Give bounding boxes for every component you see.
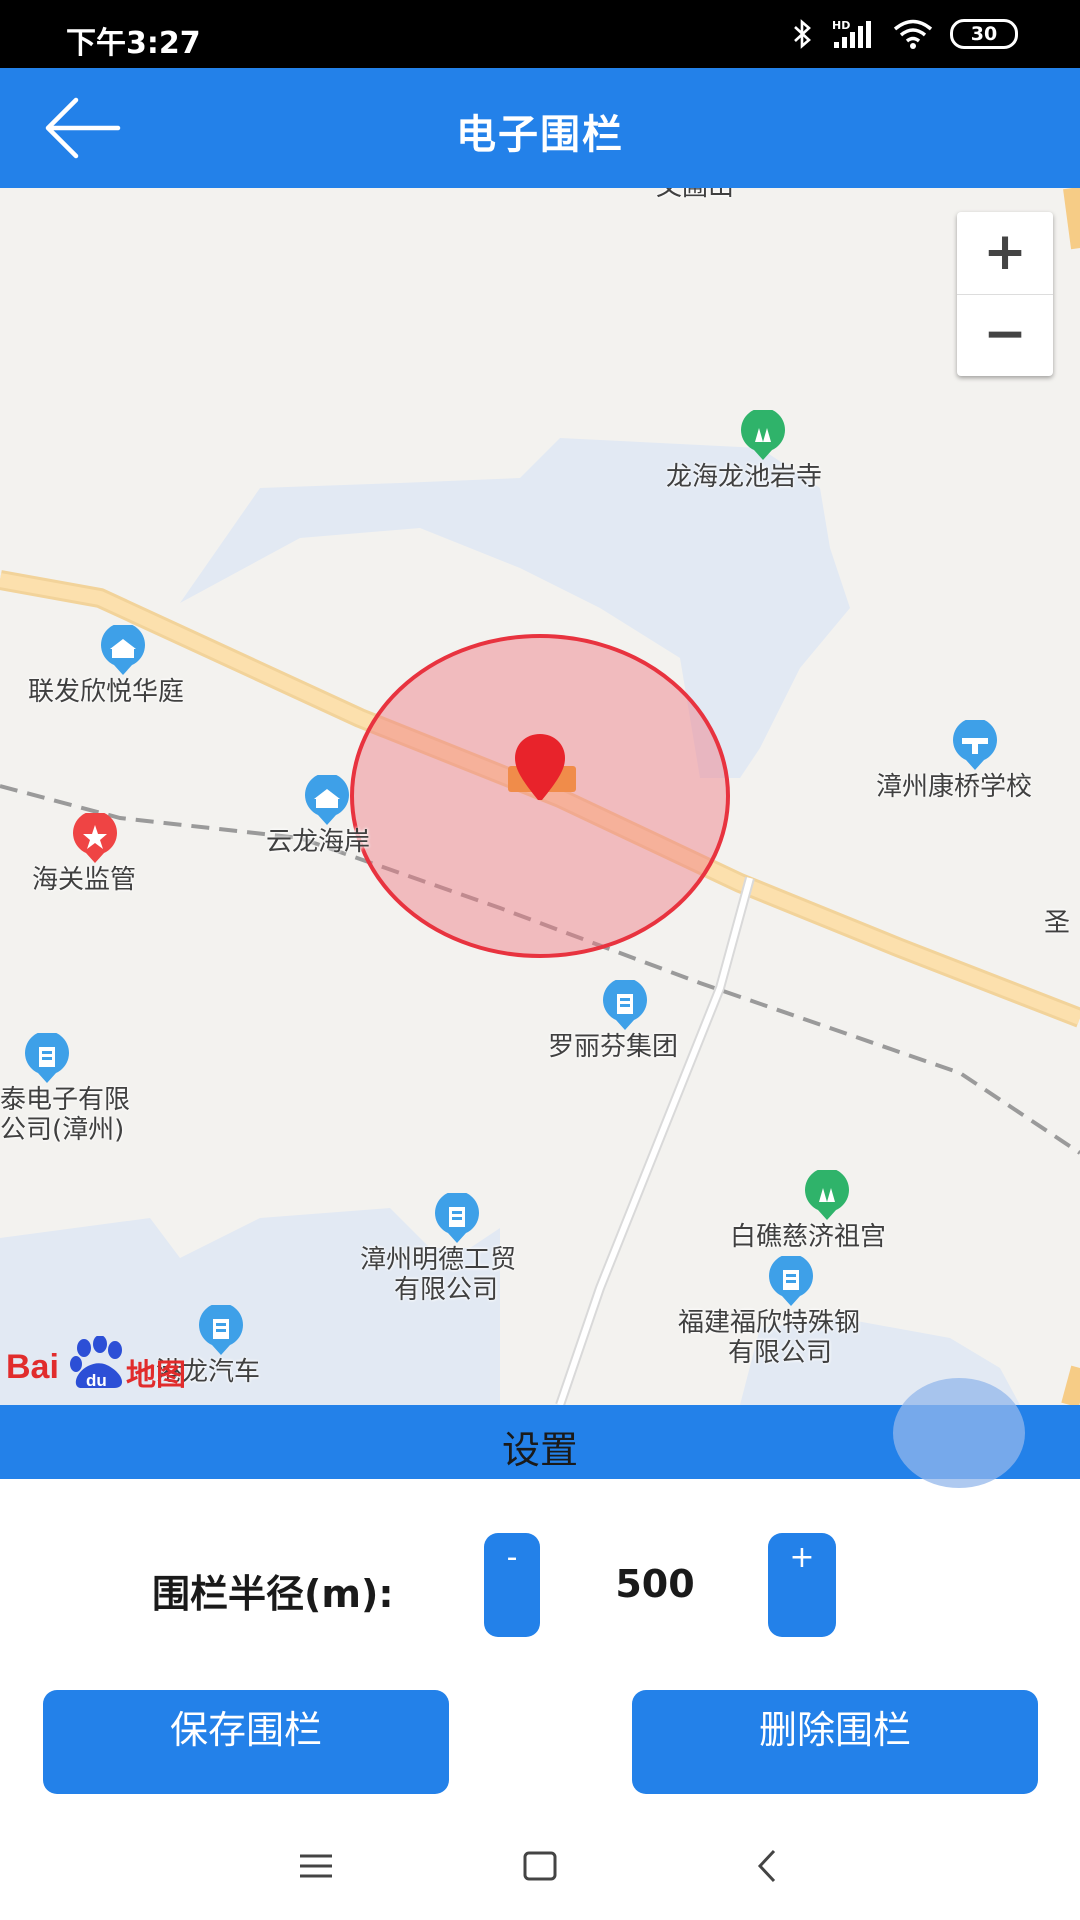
page-title: 电子围栏 — [456, 112, 624, 158]
system-nav-bar — [0, 1820, 1080, 1920]
poi-label-partial: 文圃山 — [656, 188, 734, 202]
hd-signal-icon: HD — [832, 19, 871, 48]
poi-label-partial: 圣 — [1044, 908, 1071, 938]
poi-yunlong[interactable]: 云龙海岸 — [262, 775, 402, 865]
radius-increase-button[interactable]: + — [768, 1533, 836, 1637]
poi-label-line2: 有限公司 — [728, 1338, 833, 1368]
radius-value: 500 — [615, 1562, 695, 1606]
radius-decrease-button[interactable]: - — [484, 1533, 540, 1637]
save-fence-button[interactable]: 保存围栏 — [43, 1690, 449, 1794]
poi-kangqiao-school[interactable]: 漳州康桥学校 — [876, 720, 1080, 810]
bluetooth-icon — [794, 19, 811, 49]
poi-label: 罗丽芬集团 — [548, 1032, 679, 1062]
company-icon — [25, 1033, 69, 1083]
zoom-control: + − — [957, 212, 1053, 376]
baidu-logo-suffix: 地图 — [126, 1358, 186, 1393]
wifi-icon — [893, 19, 933, 49]
poi-luolifen[interactable]: 罗丽芬集团 — [546, 980, 706, 1070]
poi-label: 联发欣悦华庭 — [28, 677, 185, 707]
poi-baijiao-temple[interactable]: 白礁慈济祖宫 — [728, 1170, 928, 1260]
home-icon[interactable] — [520, 1846, 560, 1886]
floating-action-button[interactable] — [893, 1378, 1025, 1488]
status-time: 下午3:27 — [66, 26, 201, 61]
zoom-in-button[interactable]: + — [957, 212, 1053, 294]
poi-label-line2: 公司(漳州) — [0, 1115, 125, 1145]
poi-label: 漳州康桥学校 — [876, 772, 1033, 802]
poi-label: 白礁慈济祖宫 — [730, 1222, 887, 1252]
poi-electronics-company[interactable]: 泰电子有限 公司(漳州) — [0, 1033, 170, 1153]
poi-customs[interactable]: 海关监管 — [30, 813, 170, 903]
poi-mingde[interactable]: 漳州明德工贸 有限公司 — [360, 1193, 560, 1313]
svg-text:HD: HD — [832, 19, 850, 32]
park-icon — [741, 410, 785, 460]
poi-label-line2: 有限公司 — [394, 1275, 499, 1305]
park-icon — [805, 1170, 849, 1220]
poi-label: 泰电子有限 — [0, 1085, 131, 1115]
company-icon — [769, 1256, 813, 1306]
government-icon — [73, 813, 117, 863]
poi-lianfa[interactable]: 联发欣悦华庭 — [20, 625, 240, 715]
company-icon — [199, 1305, 243, 1355]
back-icon[interactable] — [748, 1846, 788, 1886]
status-bar: 下午3:27 HD 30 — [0, 0, 1080, 68]
delete-fence-button[interactable]: 删除围栏 — [632, 1690, 1038, 1794]
poi-longchi-temple[interactable]: 龙海龙池岩寺 — [660, 410, 860, 500]
company-icon — [603, 980, 647, 1030]
poi-label: 龙海龙池岩寺 — [666, 462, 823, 492]
poi-label: 漳州明德工贸 — [360, 1245, 517, 1275]
menu-icon[interactable] — [296, 1846, 336, 1886]
school-icon — [953, 720, 997, 770]
poi-fuxin-steel[interactable]: 福建福欣特殊钢 有限公司 — [676, 1256, 896, 1376]
app-header: 电子围栏 — [0, 68, 1080, 188]
battery-icon: 30 — [950, 19, 1018, 49]
baidu-logo-text: Bai — [6, 1348, 59, 1386]
status-icons: HD 30 — [792, 16, 1018, 52]
residential-icon — [101, 625, 145, 675]
baidu-map-logo: Bai du 地图 — [4, 1336, 194, 1393]
residential-icon — [305, 775, 349, 825]
company-icon — [435, 1193, 479, 1243]
zoom-out-button[interactable]: − — [957, 294, 1053, 376]
radius-label: 围栏半径(m): — [152, 1572, 394, 1616]
baidu-paw-text: du — [86, 1371, 107, 1390]
map-view[interactable]: 龙海龙池岩寺 联发欣悦华庭 漳州康桥学校 云龙海岸 海关监管 罗丽芬集团 泰电子… — [0, 188, 1080, 1405]
baidu-paw-icon: du — [70, 1336, 123, 1390]
poi-label: 海关监管 — [32, 865, 137, 895]
poi-label: 福建福欣特殊钢 — [678, 1308, 861, 1338]
poi-label: 云龙海岸 — [266, 827, 371, 857]
